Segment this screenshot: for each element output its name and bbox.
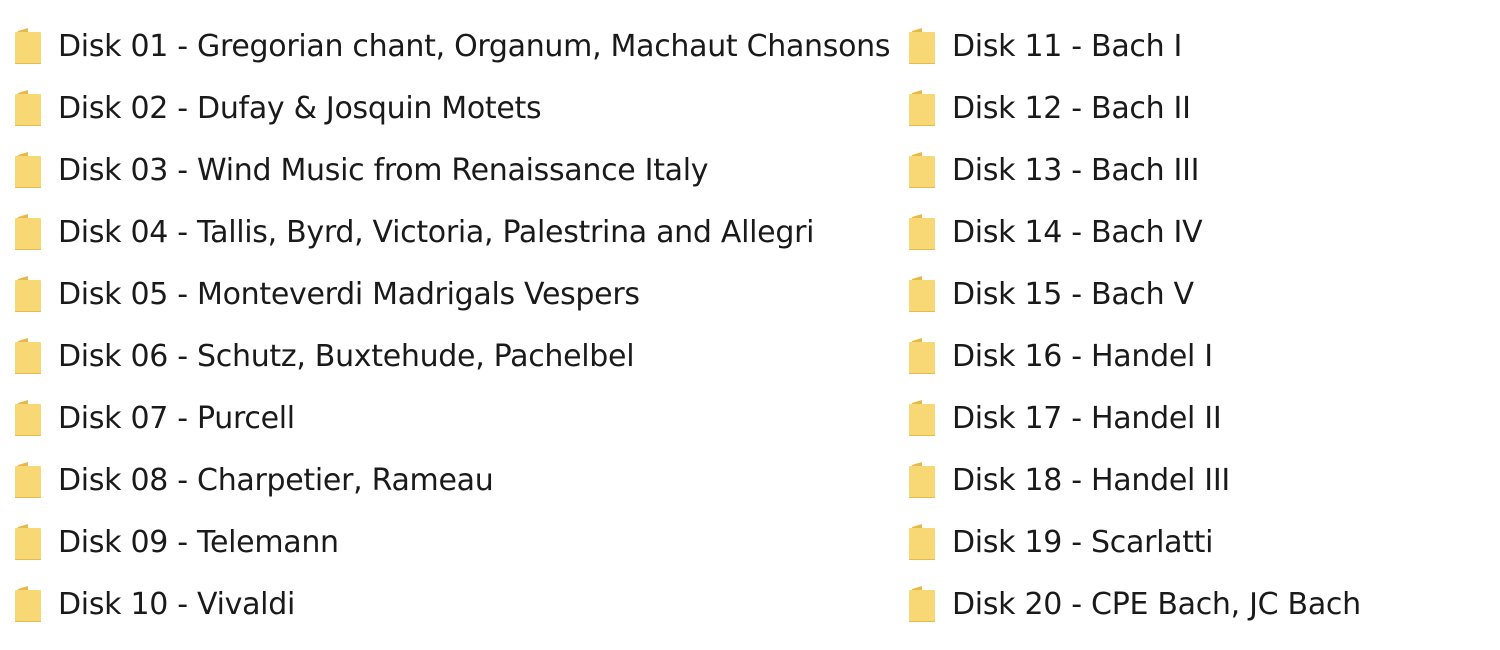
folder-item[interactable]: Disk 19 - Scarlatti — [908, 512, 1478, 574]
folder-icon — [908, 585, 936, 625]
folder-item[interactable]: Disk 05 - Monteverdi Madrigals Vespers — [14, 264, 884, 326]
folder-icon — [14, 585, 42, 625]
folder-icon — [14, 275, 42, 315]
folder-name: Disk 05 - Monteverdi Madrigals Vespers — [58, 277, 640, 312]
folder-icon — [14, 89, 42, 129]
folder-name: Disk 17 - Handel II — [952, 401, 1222, 436]
folder-item[interactable]: Disk 07 - Purcell — [14, 388, 884, 450]
folder-icon — [908, 399, 936, 439]
folder-name: Disk 08 - Charpetier, Rameau — [58, 463, 494, 498]
folder-name: Disk 16 - Handel I — [952, 339, 1213, 374]
folder-name: Disk 10 - Vivaldi — [58, 587, 295, 622]
folder-item[interactable]: Disk 02 - Dufay & Josquin Motets — [14, 78, 884, 140]
folder-item[interactable]: Disk 01 - Gregorian chant, Organum, Mach… — [14, 16, 891, 78]
folder-name: Disk 12 - Bach II — [952, 91, 1191, 126]
folder-name: Disk 13 - Bach III — [952, 153, 1200, 188]
folder-item[interactable]: Disk 15 - Bach V — [908, 264, 1478, 326]
folder-icon — [14, 399, 42, 439]
folder-icon — [14, 523, 42, 563]
folder-icon — [908, 151, 936, 191]
folder-item[interactable]: Disk 09 - Telemann — [14, 512, 884, 574]
folder-item[interactable]: Disk 14 - Bach IV — [908, 202, 1478, 264]
folder-name: Disk 06 - Schutz, Buxtehude, Pachelbel — [58, 339, 635, 374]
folder-item[interactable]: Disk 20 - CPE Bach, JC Bach — [908, 574, 1478, 636]
folder-icon — [14, 213, 42, 253]
folder-item[interactable]: Disk 12 - Bach II — [908, 78, 1478, 140]
folder-name: Disk 03 - Wind Music from Renaissance It… — [58, 153, 709, 188]
folder-name: Disk 11 - Bach I — [952, 29, 1183, 64]
folder-name: Disk 04 - Tallis, Byrd, Victoria, Palest… — [58, 215, 815, 250]
folder-name: Disk 20 - CPE Bach, JC Bach — [952, 587, 1361, 622]
folder-icon — [908, 213, 936, 253]
folder-name: Disk 15 - Bach V — [952, 277, 1194, 312]
folder-icon — [908, 461, 936, 501]
folder-column-left: Disk 01 - Gregorian chant, Organum, Mach… — [14, 16, 891, 636]
folder-column-right: Disk 11 - Bach I Disk 12 - Bach II Disk … — [908, 16, 1478, 636]
folder-icon — [908, 523, 936, 563]
folder-name: Disk 18 - Handel III — [952, 463, 1230, 498]
folder-name: Disk 09 - Telemann — [58, 525, 339, 560]
folder-name: Disk 19 - Scarlatti — [952, 525, 1214, 560]
folder-icon — [14, 461, 42, 501]
folder-item[interactable]: Disk 11 - Bach I — [908, 16, 1478, 78]
folder-item[interactable]: Disk 04 - Tallis, Byrd, Victoria, Palest… — [14, 202, 884, 264]
folder-icon — [908, 275, 936, 315]
folder-name: Disk 14 - Bach IV — [952, 215, 1203, 250]
folder-name: Disk 02 - Dufay & Josquin Motets — [58, 91, 542, 126]
folder-icon — [908, 27, 936, 67]
folder-icon — [14, 151, 42, 191]
folder-item[interactable]: Disk 16 - Handel I — [908, 326, 1478, 388]
folder-icon — [14, 337, 42, 377]
folder-item[interactable]: Disk 03 - Wind Music from Renaissance It… — [14, 140, 884, 202]
folder-icon — [908, 89, 936, 129]
folder-item[interactable]: Disk 08 - Charpetier, Rameau — [14, 450, 884, 512]
folder-item[interactable]: Disk 13 - Bach III — [908, 140, 1478, 202]
folder-view: Disk 01 - Gregorian chant, Organum, Mach… — [0, 0, 1500, 650]
folder-icon — [908, 337, 936, 377]
folder-item[interactable]: Disk 06 - Schutz, Buxtehude, Pachelbel — [14, 326, 884, 388]
folder-item[interactable]: Disk 18 - Handel III — [908, 450, 1478, 512]
folder-name: Disk 01 - Gregorian chant, Organum, Mach… — [58, 29, 891, 64]
folder-item[interactable]: Disk 10 - Vivaldi — [14, 574, 884, 636]
folder-item[interactable]: Disk 17 - Handel II — [908, 388, 1478, 450]
folder-icon — [14, 27, 42, 67]
folder-name: Disk 07 - Purcell — [58, 401, 295, 436]
